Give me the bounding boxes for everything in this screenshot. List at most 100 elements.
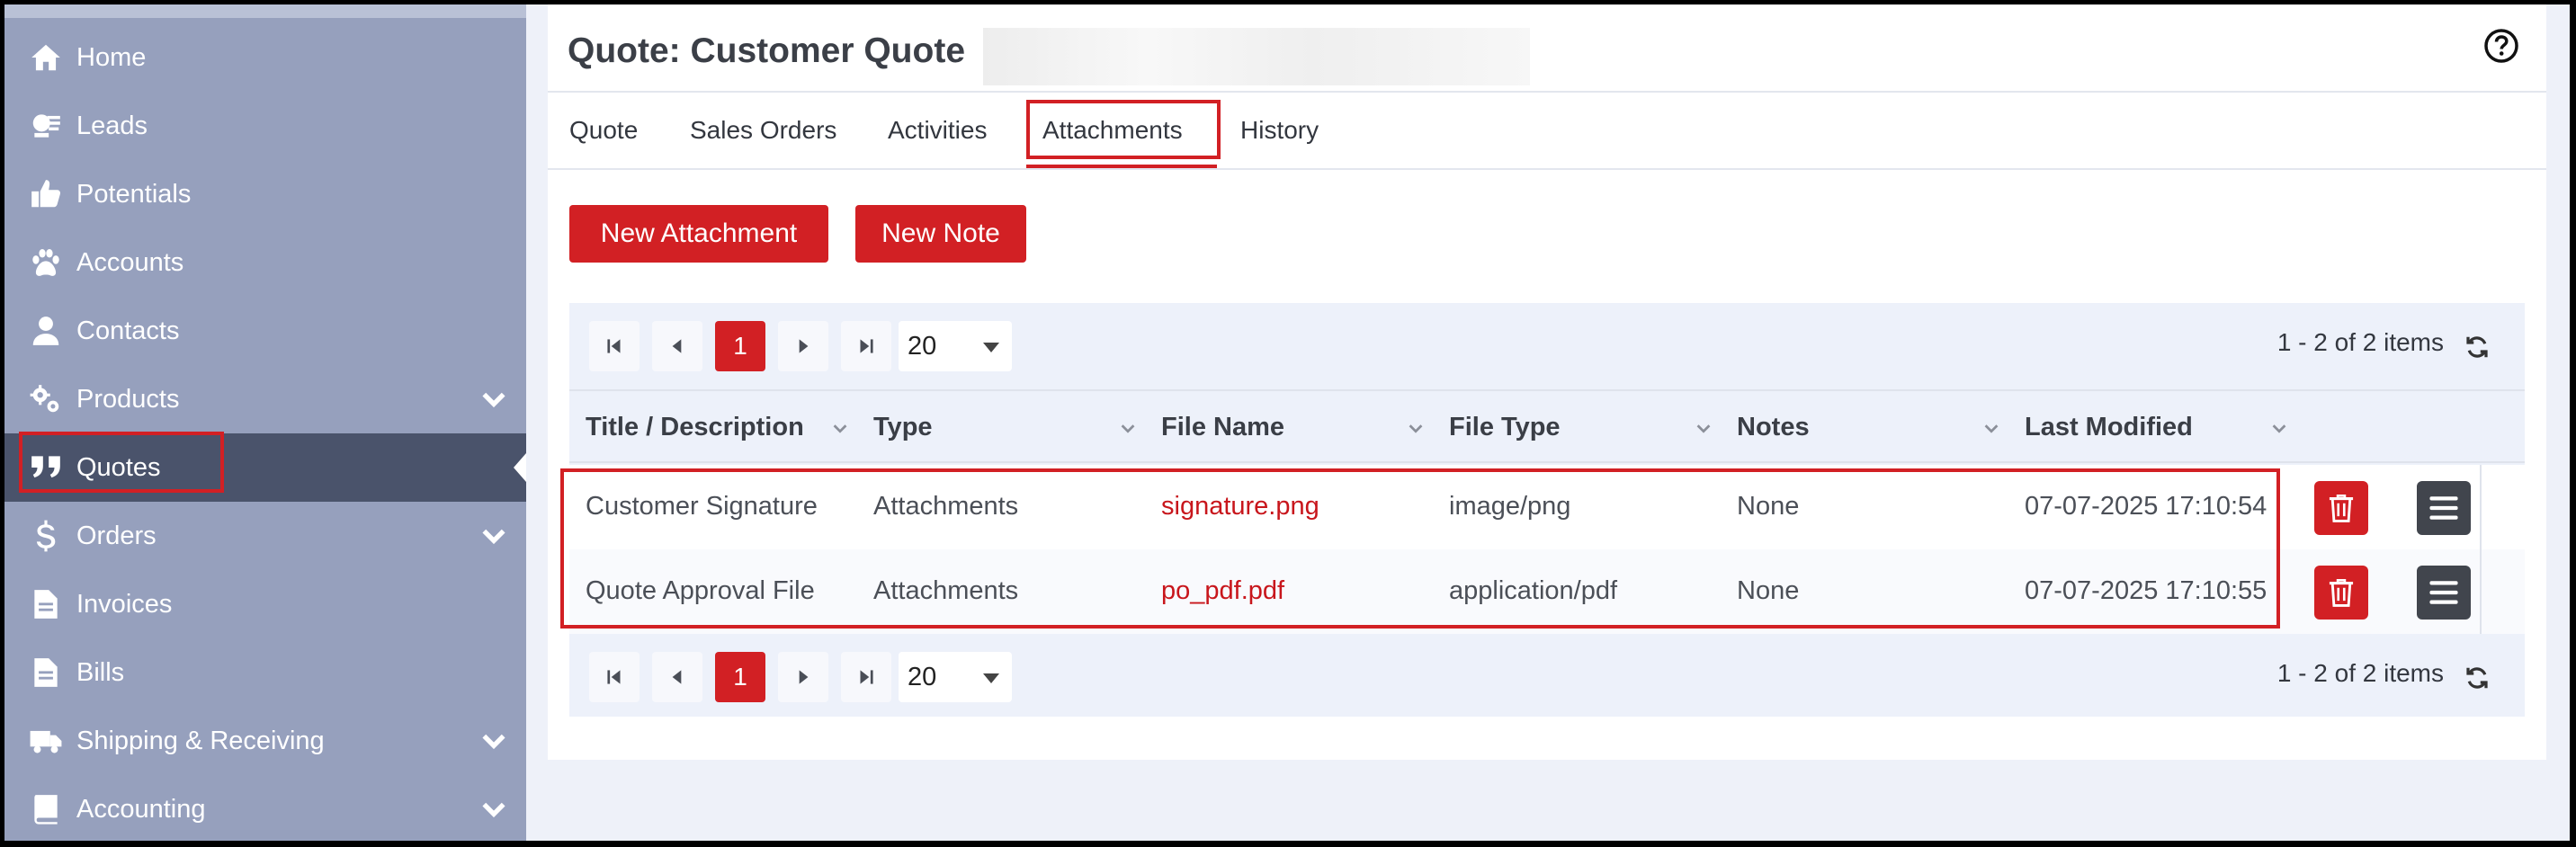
sidebar-item-contacts[interactable]: Contacts <box>4 297 526 365</box>
chevron-down-icon[interactable] <box>2269 418 2289 438</box>
pager-info: 1 - 2 of 2 items <box>2276 328 2444 356</box>
sidebar-item-potentials[interactable]: Potentials <box>4 160 526 228</box>
sidebar-item-accounting[interactable]: Accounting <box>4 775 526 841</box>
tab-attachments[interactable]: Attachments <box>1042 116 1183 145</box>
chevron-down-icon[interactable] <box>479 522 508 550</box>
cell-notes: None <box>1737 492 1800 521</box>
sidebar-item-label: Orders <box>76 521 157 550</box>
table-row[interactable]: Customer Signature Attachments signature… <box>569 465 2525 549</box>
tab-activities[interactable]: Activities <box>888 116 987 145</box>
cell-notes: None <box>1737 576 1800 605</box>
pager-bottom: 1 20 1 - 2 of 2 items <box>569 634 2525 720</box>
cell-title: Customer Signature <box>586 492 818 521</box>
column-header-title[interactable]: Title / Description <box>586 413 804 442</box>
first-page-icon[interactable] <box>589 652 640 702</box>
page-number-button[interactable]: 1 <box>715 652 765 702</box>
column-header-last-modified[interactable]: Last Modified <box>2025 413 2193 442</box>
chevron-down-icon[interactable] <box>479 727 508 755</box>
redacted-area <box>983 28 1530 85</box>
cell-type: Attachments <box>873 492 1019 521</box>
sidebar-item-label: Shipping & Receiving <box>76 726 325 755</box>
sidebar-item-label: Accounts <box>76 247 184 277</box>
sidebar: Home Leads Potentials Accounts Contacts <box>4 4 526 841</box>
sidebar-item-invoices[interactable]: Invoices <box>4 570 526 638</box>
page-size-select[interactable]: 20 <box>899 321 1012 371</box>
page-title: Quote: Customer Quote <box>568 31 966 70</box>
delete-button[interactable] <box>2314 566 2368 620</box>
chevron-down-icon[interactable] <box>479 385 508 414</box>
first-page-icon[interactable] <box>589 321 640 371</box>
page-size-value: 20 <box>908 662 937 691</box>
chevron-down-icon[interactable] <box>479 795 508 824</box>
tab-quote[interactable]: Quote <box>569 116 638 145</box>
last-page-icon[interactable] <box>841 652 891 702</box>
sidebar-item-label: Potentials <box>76 179 192 209</box>
sidebar-item-bills[interactable]: Bills <box>4 638 526 707</box>
caret-down-icon <box>983 343 999 352</box>
file-icon <box>26 584 66 624</box>
row-divider <box>2480 465 2482 549</box>
cell-file-name-link[interactable]: signature.png <box>1161 492 1319 522</box>
next-page-icon[interactable] <box>778 652 828 702</box>
column-header-notes[interactable]: Notes <box>1737 413 1810 442</box>
chevron-down-icon[interactable] <box>830 418 850 438</box>
truck-icon <box>26 721 66 761</box>
attachments-grid: 1 20 1 - 2 of 2 items Title / Descriptio… <box>560 303 2525 720</box>
trash-icon <box>2329 494 2354 522</box>
page-size-select[interactable]: 20 <box>899 652 1012 702</box>
gears-icon <box>26 379 66 419</box>
app-frame: Home Leads Potentials Accounts Contacts <box>4 4 2570 841</box>
chevron-down-icon[interactable] <box>1981 418 2001 438</box>
pager-top: 1 20 1 - 2 of 2 items <box>569 303 2525 389</box>
tab-sales-orders[interactable]: Sales Orders <box>690 116 836 145</box>
home-icon <box>26 38 66 77</box>
pager-info: 1 - 2 of 2 items <box>2276 659 2444 687</box>
tab-bar: Quote Sales Orders Activities Attachment… <box>548 94 2546 170</box>
cell-file-type: image/png <box>1449 492 1571 521</box>
page-number-button[interactable]: 1 <box>715 321 765 371</box>
column-header-type[interactable]: Type <box>873 413 933 442</box>
chevron-down-icon[interactable] <box>1118 418 1138 438</box>
previous-page-icon[interactable] <box>652 321 702 371</box>
chevron-down-icon[interactable] <box>1406 418 1426 438</box>
previous-page-icon[interactable] <box>652 652 702 702</box>
table-row[interactable]: Quote Approval File Attachments po_pdf.p… <box>569 549 2525 634</box>
menu-button[interactable] <box>2417 566 2471 620</box>
sidebar-item-leads[interactable]: Leads <box>4 92 526 160</box>
new-note-button[interactable]: New Note <box>855 205 1026 263</box>
trash-icon <box>2329 578 2354 607</box>
sidebar-item-accounts[interactable]: Accounts <box>4 228 526 297</box>
dollar-icon <box>26 516 66 556</box>
sidebar-item-shipping-receiving[interactable]: Shipping & Receiving <box>4 707 526 775</box>
next-page-icon[interactable] <box>778 321 828 371</box>
sidebar-item-label: Invoices <box>76 589 173 619</box>
thumbs-up-icon <box>26 174 66 214</box>
refresh-icon[interactable] <box>2464 334 2491 361</box>
paw-icon <box>26 243 66 282</box>
main-card: Quote: Customer Quote Quote Sales Orders… <box>548 4 2546 760</box>
cell-title: Quote Approval File <box>586 576 815 605</box>
last-page-icon[interactable] <box>841 321 891 371</box>
sidebar-item-products[interactable]: Products <box>4 365 526 433</box>
column-header-file-type[interactable]: File Type <box>1449 413 1561 442</box>
cell-file-name-link[interactable]: po_pdf.pdf <box>1161 576 1284 606</box>
cell-file-type: application/pdf <box>1449 576 1618 605</box>
chevron-down-icon[interactable] <box>1694 418 1713 438</box>
page-header: Quote: Customer Quote <box>548 4 2546 93</box>
question-circle-icon[interactable] <box>2483 28 2519 64</box>
column-header-file-name[interactable]: File Name <box>1161 413 1284 442</box>
sidebar-item-quotes[interactable]: Quotes <box>4 433 526 502</box>
menu-button[interactable] <box>2417 481 2471 535</box>
hamburger-menu-icon <box>2429 581 2458 604</box>
delete-button[interactable] <box>2314 481 2368 535</box>
new-attachment-button[interactable]: New Attachment <box>569 205 828 263</box>
refresh-icon[interactable] <box>2464 664 2491 691</box>
quote-icon <box>26 448 66 487</box>
sidebar-item-label: Bills <box>76 657 125 687</box>
sidebar-item-label: Products <box>76 384 180 414</box>
page-size-value: 20 <box>908 331 937 361</box>
sidebar-item-home[interactable]: Home <box>4 23 526 92</box>
sidebar-item-orders[interactable]: Orders <box>4 502 526 570</box>
tab-history[interactable]: History <box>1240 116 1319 145</box>
sidebar-item-label: Accounting <box>76 794 206 824</box>
